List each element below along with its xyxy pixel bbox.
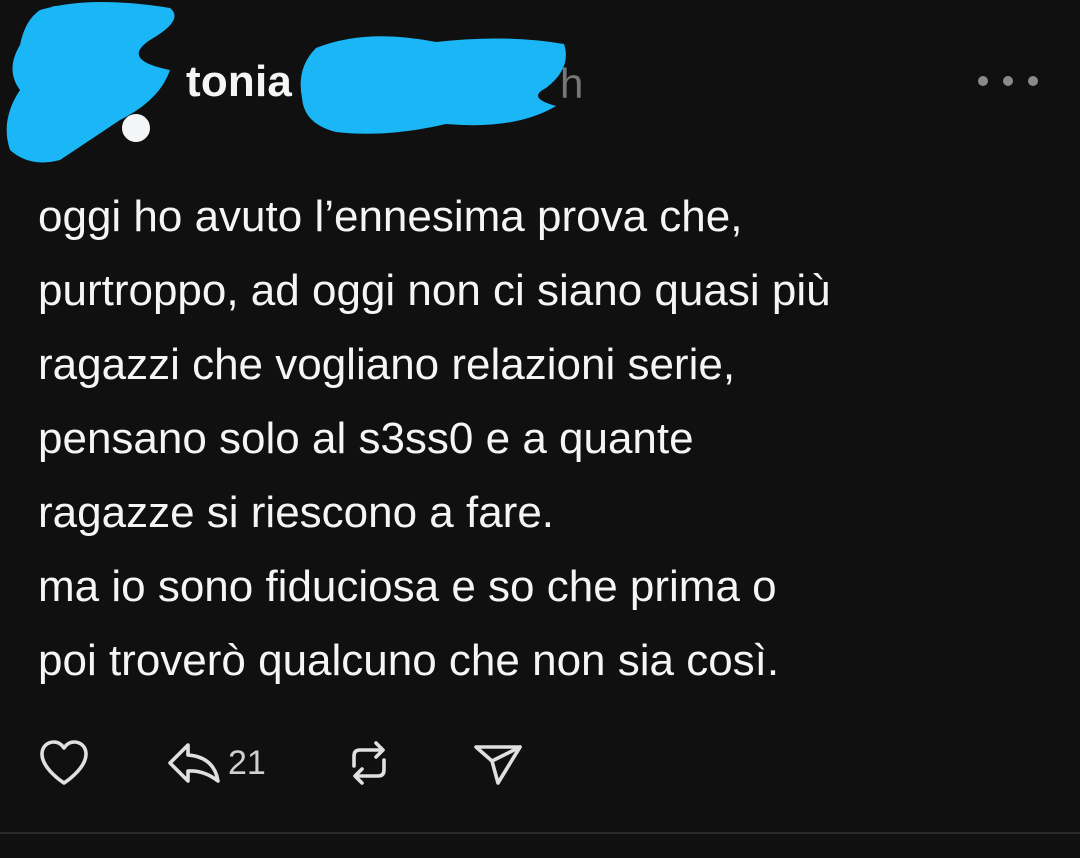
dot-icon — [978, 76, 988, 86]
avatar-redaction-scribble — [6, 1, 175, 163]
reply-button[interactable]: 21 — [166, 739, 266, 787]
send-icon — [474, 745, 522, 785]
post-actions-bar: 21 — [38, 736, 524, 790]
post-username[interactable]: tonia — [186, 56, 292, 108]
more-options-icon[interactable] — [978, 66, 1038, 96]
heart-icon — [40, 740, 88, 785]
dot-icon — [1003, 76, 1013, 86]
post-divider — [0, 832, 1080, 834]
username-redaction-scribble — [300, 36, 566, 134]
share-button[interactable] — [472, 739, 524, 787]
dot-icon — [1028, 76, 1038, 86]
post-text: oggi ho avuto l’ennesima prova che, purt… — [38, 192, 831, 685]
thread-post: tonia h oggi ho avuto l’ennesima prova c… — [0, 0, 1080, 858]
reply-icon — [168, 743, 220, 783]
reply-count: 21 — [228, 743, 266, 782]
like-button[interactable] — [38, 739, 92, 787]
repost-icon — [352, 741, 386, 785]
repost-button[interactable] — [344, 738, 394, 788]
